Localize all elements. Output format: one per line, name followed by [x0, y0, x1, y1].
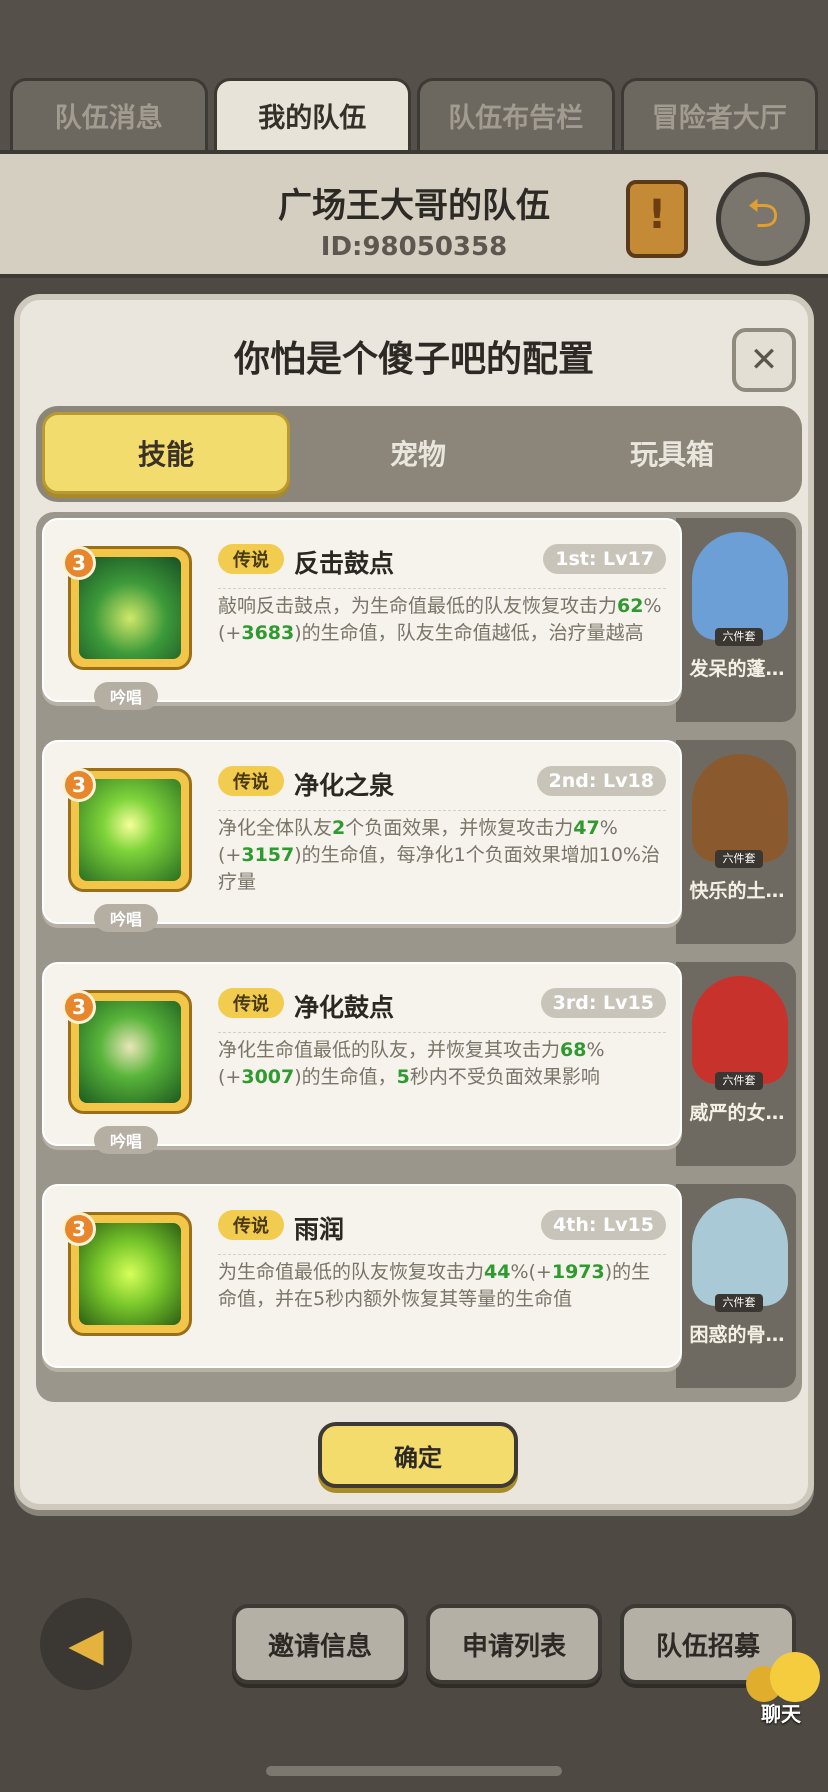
skill-name: 净化之泉	[294, 771, 395, 800]
skill-card[interactable]: 3 吟唱 传说 反击鼓点 1st: Lv17 敲响反击鼓点，为生命值最低的队友恢…	[42, 518, 682, 710]
skill-level-pill: 1st: Lv17	[543, 544, 666, 574]
description-text: )的生命值，队友生命值越低，治疗量越高	[294, 622, 644, 644]
tab-pets[interactable]: 宠物	[294, 412, 542, 494]
description-text: 为生命值最低的队友恢复攻击力	[218, 1261, 485, 1283]
skill-row[interactable]: 六件套 快乐的土… 3 吟唱 传说 净化之泉 2nd: Lv18 净化全体队友2…	[36, 734, 802, 948]
highlight-number: 44	[484, 1261, 511, 1283]
tab-my-team[interactable]: 我的队伍	[213, 78, 411, 150]
tab-team-messages[interactable]: 队伍消息	[10, 78, 208, 150]
skill-icon	[79, 1001, 181, 1103]
tab-team-board[interactable]: 队伍布告栏	[417, 78, 615, 150]
description-text: )的生命值，	[294, 1066, 397, 1088]
rarity-tag: 传说	[218, 988, 284, 1018]
highlight-number: 3683	[241, 622, 295, 644]
skill-name: 雨润	[294, 1215, 345, 1244]
skill-level-pill: 3rd: Lv15	[540, 988, 666, 1018]
skill-row[interactable]: 六件套 困惑的骨… 3 传说 雨润 4th: Lv15 为生命值最低的队友恢复攻…	[36, 1178, 802, 1392]
rarity-tag: 传说	[218, 766, 284, 796]
confirm-button[interactable]: 确定	[318, 1422, 518, 1488]
rarity-tag: 传说	[218, 1210, 284, 1240]
chat-face-icon	[770, 1652, 820, 1702]
highlight-number: 62	[617, 595, 644, 617]
description-text: 秒内不受负面效果影响	[409, 1066, 600, 1088]
highlight-number: 3157	[241, 844, 295, 866]
chant-tag: 吟唱	[94, 682, 158, 710]
skill-level-badge: 3	[62, 546, 96, 580]
skill-icon	[79, 1223, 181, 1325]
pet-set-badge: 六件套	[715, 850, 763, 868]
chant-tag: 吟唱	[94, 1126, 158, 1154]
highlight-number: 47	[573, 817, 600, 839]
skill-level-badge: 3	[62, 1212, 96, 1246]
pet-set-badge: 六件套	[715, 628, 763, 646]
config-tab-bar: 技能 宠物 玩具箱	[36, 406, 802, 502]
home-indicator	[266, 1766, 562, 1776]
skill-card[interactable]: 3 吟唱 传说 净化鼓点 3rd: Lv15 净化生命值最低的队友，并恢复其攻击…	[42, 962, 682, 1154]
pet-set-badge: 六件套	[715, 1294, 763, 1312]
skill-row[interactable]: 六件套 威严的女… 3 吟唱 传说 净化鼓点 3rd: Lv15 净化生命值最低…	[36, 956, 802, 1170]
tab-toybox[interactable]: 玩具箱	[548, 412, 796, 494]
pet-set-badge: 六件套	[715, 1072, 763, 1090]
rarity-tag: 传说	[218, 544, 284, 574]
pet-portrait[interactable]	[692, 1198, 788, 1306]
skill-description: 净化生命值最低的队友，并恢复其攻击力68%(+3007)的生命值，5秒内不受负面…	[218, 1032, 666, 1091]
exit-team-button[interactable]: ⮌	[716, 172, 810, 266]
team-header: 广场王大哥的队伍 ID:98050358	[0, 150, 828, 278]
pet-name: 发呆的蓬…	[689, 658, 785, 680]
skill-level-pill: 2nd: Lv18	[536, 766, 666, 796]
back-arrow-icon[interactable]: ◀	[40, 1598, 132, 1690]
pet-name: 威严的女…	[689, 1102, 785, 1124]
team-name: 广场王大哥的队伍	[278, 186, 550, 226]
pet-portrait[interactable]	[692, 754, 788, 862]
skill-name: 反击鼓点	[294, 549, 395, 578]
skill-icon	[79, 557, 181, 659]
skill-description: 为生命值最低的队友恢复攻击力44%(+1973)的生命值，并在5秒内额外恢复其等…	[218, 1254, 666, 1313]
highlight-number: 1973	[551, 1261, 605, 1283]
pet-portrait[interactable]	[692, 532, 788, 640]
team-id: ID:98050358	[320, 232, 508, 262]
description-text: 个负面效果，并恢复攻击力	[345, 817, 574, 839]
skill-row[interactable]: 六件套 发呆的蓬… 3 吟唱 传说 反击鼓点 1st: Lv17 敲响反击鼓点，…	[36, 512, 802, 726]
skill-level-pill: 4th: Lv15	[541, 1210, 666, 1240]
skill-card[interactable]: 3 传说 雨润 4th: Lv15 为生命值最低的队友恢复攻击力44%(+197…	[42, 1184, 682, 1368]
pet-name: 困惑的骨…	[689, 1324, 785, 1346]
description-text: 敲响反击鼓点，为生命值最低的队友恢复攻击力	[218, 595, 618, 617]
top-tab-bar: 队伍消息 我的队伍 队伍布告栏 冒险者大厅	[10, 78, 818, 150]
description-text: 净化生命值最低的队友，并恢复其攻击力	[218, 1039, 561, 1061]
skill-description: 敲响反击鼓点，为生命值最低的队友恢复攻击力62%(+3683)的生命值，队友生命…	[218, 588, 666, 647]
pet-portrait[interactable]	[692, 976, 788, 1084]
skill-icon	[79, 779, 181, 881]
invite-info-button[interactable]: 邀请信息	[232, 1604, 408, 1684]
highlight-number: 5	[396, 1066, 410, 1088]
notice-scroll-icon[interactable]	[626, 180, 688, 258]
skill-level-badge: 3	[62, 990, 96, 1024]
description-text: %(+	[510, 1261, 552, 1283]
config-modal: 你怕是个傻子吧的配置 ✕ 技能 宠物 玩具箱 六件套 发呆的蓬… 3 吟唱 传说…	[14, 294, 814, 1510]
apply-list-button[interactable]: 申请列表	[426, 1604, 602, 1684]
description-text: 净化全体队友	[218, 817, 333, 839]
close-button[interactable]: ✕	[732, 328, 796, 392]
chant-tag: 吟唱	[94, 904, 158, 932]
skill-list[interactable]: 六件套 发呆的蓬… 3 吟唱 传说 反击鼓点 1st: Lv17 敲响反击鼓点，…	[36, 512, 802, 1402]
skill-description: 净化全体队友2个负面效果，并恢复攻击力47%(+3157)的生命值，每净化1个负…	[218, 810, 666, 896]
highlight-number: 68	[560, 1039, 587, 1061]
modal-title: 你怕是个傻子吧的配置	[233, 339, 594, 380]
pet-name: 快乐的土…	[689, 880, 785, 902]
highlight-number: 3007	[241, 1066, 295, 1088]
skill-name: 净化鼓点	[294, 993, 395, 1022]
chat-label: 聊天	[761, 1702, 801, 1726]
skill-level-badge: 3	[62, 768, 96, 802]
tab-skills[interactable]: 技能	[42, 412, 290, 494]
chat-button[interactable]: 聊天	[746, 1652, 820, 1726]
skill-card[interactable]: 3 吟唱 传说 净化之泉 2nd: Lv18 净化全体队友2个负面效果，并恢复攻…	[42, 740, 682, 932]
highlight-number: 2	[332, 817, 346, 839]
tab-adventurer-hall[interactable]: 冒险者大厅	[620, 78, 818, 150]
